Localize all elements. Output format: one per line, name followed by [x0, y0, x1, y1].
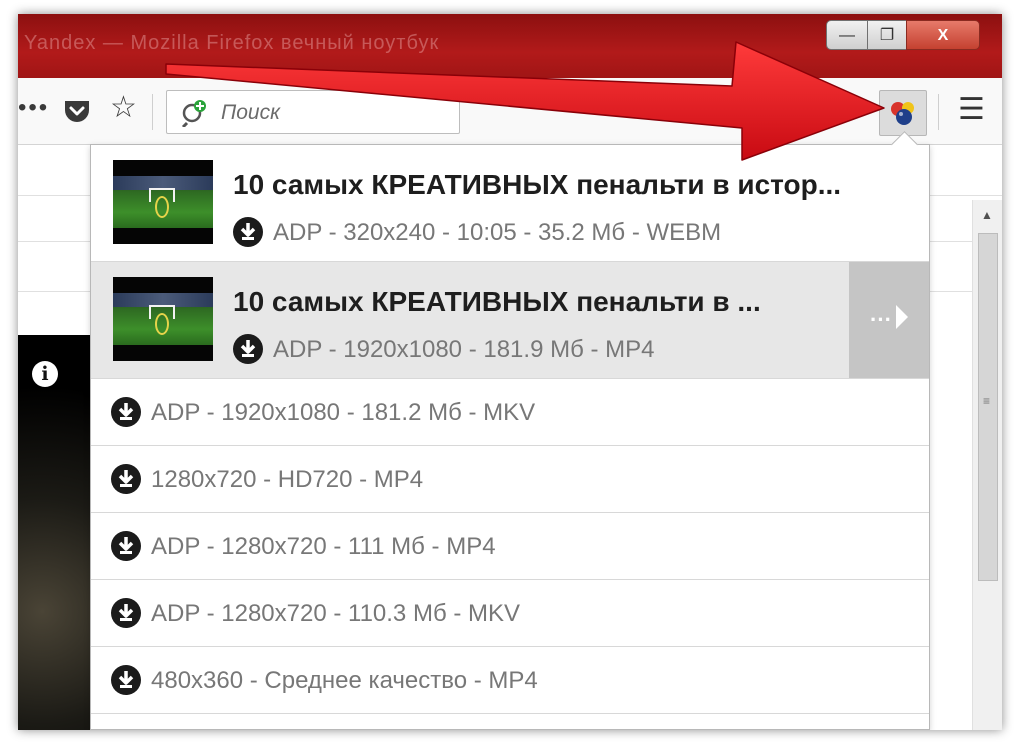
- download-circle-icon: [111, 396, 141, 427]
- title-bar: Yandex — Mozilla Firefox вечный ноутбук …: [18, 14, 1002, 78]
- minimize-button[interactable]: —: [826, 20, 868, 50]
- vertical-scrollbar[interactable]: ▲ ≡: [972, 200, 1002, 730]
- close-button[interactable]: X: [906, 20, 980, 50]
- shield-icon[interactable]: ⛉: [844, 96, 859, 119]
- format-option[interactable]: ADP - 1920x1080 - 181.2 Мб - MKV: [91, 379, 929, 446]
- search-add-icon: [181, 99, 209, 129]
- more-label: ···: [870, 307, 892, 332]
- video-meta-text: ADP - 1920x1080 - 181.9 Мб - MP4: [273, 336, 655, 363]
- video-meta: ADP - 1920x1080 - 181.9 Мб - MP4: [233, 333, 655, 366]
- window-title: Yandex — Mozilla Firefox вечный ноутбук: [24, 32, 440, 54]
- search-placeholder: Поиск: [221, 101, 280, 124]
- browser-toolbar: ••• ☆ Поиск ⬇ ▮▮ ⛉ ☰: [18, 78, 1002, 145]
- more-actions-icon[interactable]: •••: [18, 94, 49, 122]
- download-icon[interactable]: ⬇: [624, 96, 642, 122]
- grip-icon: ≡: [983, 394, 991, 408]
- video-meta-text: ADP - 320x240 - 10:05 - 35.2 Мб - WEBM: [273, 219, 722, 246]
- video-title: 10 самых КРЕАТИВНЫХ пенальти в истор...: [233, 169, 842, 200]
- video-thumbnail: [113, 277, 213, 361]
- format-label: ADP - 1280x720 - 110.3 Мб - MKV: [151, 600, 521, 627]
- download-circle-icon: [233, 333, 263, 364]
- download-circle-icon: [111, 530, 141, 561]
- format-option[interactable]: ADP - 1280x720 - 111 Мб - MP4: [91, 513, 929, 580]
- search-input[interactable]: Поиск: [166, 90, 460, 134]
- video-item[interactable]: 10 самых КРЕАТИВНЫХ пенальти в истор... …: [91, 145, 929, 262]
- scrollbar-thumb[interactable]: ≡: [978, 233, 998, 581]
- format-option[interactable]: 1280x720 - HD720 - MP4: [91, 446, 929, 513]
- colored-balls-icon: [891, 102, 914, 125]
- video-meta: ADP - 320x240 - 10:05 - 35.2 Мб - WEBM: [233, 216, 722, 249]
- video-item[interactable]: 10 самых КРЕАТИВНЫХ пенальти в ... ADP -…: [91, 262, 929, 379]
- format-option[interactable]: 480x360 - Среднее качество - MP4: [91, 647, 929, 714]
- more-formats-button[interactable]: ···: [849, 262, 929, 378]
- format-label: ADP - 1280x720 - 111 Мб - MP4: [151, 533, 496, 560]
- video-title: 10 самых КРЕАТИВНЫХ пенальти в ...: [233, 286, 761, 317]
- info-icon[interactable]: i: [32, 361, 58, 387]
- window-controls: — ❐ X: [826, 20, 1002, 54]
- chevron-right-icon: [895, 264, 908, 380]
- format-label: 1280x720 - HD720 - MP4: [151, 466, 424, 493]
- video-downloader-panel: 10 самых КРЕАТИВНЫХ пенальти в истор... …: [90, 131, 930, 730]
- download-circle-icon: [111, 597, 141, 628]
- maximize-button[interactable]: ❐: [867, 20, 907, 50]
- download-circle-icon: [111, 463, 141, 494]
- bookmark-star-icon[interactable]: ☆: [110, 90, 137, 125]
- toolbar-divider: [152, 94, 153, 130]
- format-option[interactable]: ADP - 1280x720 - 110.3 Мб - MKV: [91, 580, 929, 647]
- video-player[interactable]: i: [18, 335, 98, 730]
- scroll-up-icon[interactable]: ▲: [981, 208, 993, 222]
- format-label: 480x360 - Среднее качество - MP4: [151, 667, 538, 694]
- browser-window: Yandex — Mozilla Firefox вечный ноутбук …: [18, 14, 1002, 730]
- video-thumbnail: [113, 160, 213, 244]
- video-downloader-extension-button[interactable]: [879, 90, 927, 136]
- download-circle-icon: [233, 216, 263, 247]
- menu-icon[interactable]: ☰: [958, 92, 985, 127]
- format-label: ADP - 1920x1080 - 181.2 Мб - MKV: [151, 399, 536, 426]
- toolbar-divider: [938, 94, 939, 130]
- pocket-icon[interactable]: [62, 98, 92, 126]
- library-icon[interactable]: ▮▮: [672, 96, 694, 121]
- download-circle-icon: [111, 664, 141, 695]
